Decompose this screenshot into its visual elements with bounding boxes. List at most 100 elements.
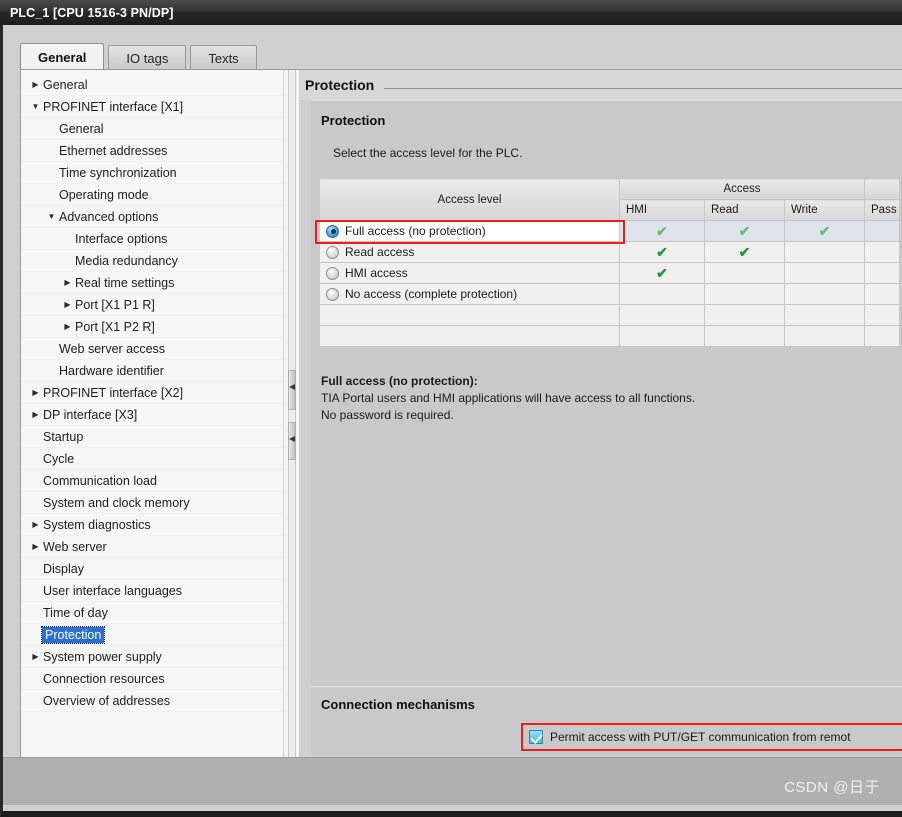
checkmark-icon: ✔ bbox=[818, 222, 831, 239]
sidebar-item-operating-mode[interactable]: Operating mode bbox=[21, 184, 283, 206]
column-header-write[interactable]: Write bbox=[783, 199, 866, 221]
sidebar-item-general[interactable]: ▶ General bbox=[21, 74, 283, 96]
window-body: General IO tags Texts ▶ General ▼ PROFINET in… bbox=[0, 25, 902, 817]
sidebar-item-interface-options[interactable]: Interface options bbox=[21, 228, 283, 250]
putget-checkbox-row[interactable]: Permit access with PUT/GET communication… bbox=[521, 723, 902, 751]
sidebar-item-time-synchronization[interactable]: Time synchronization bbox=[21, 162, 283, 184]
sidebar-item-overview-of-addresses[interactable]: Overview of addresses bbox=[21, 690, 283, 712]
tab-general[interactable]: General bbox=[20, 43, 105, 70]
tab-label: Texts bbox=[208, 50, 239, 66]
empty-cell bbox=[319, 304, 620, 326]
table-row-empty bbox=[319, 325, 901, 347]
tab-io-tags[interactable]: IO tags bbox=[108, 45, 187, 70]
access-level-option-cell[interactable]: HMI access bbox=[319, 262, 620, 284]
sidebar-item-advanced-options[interactable]: ▼ Advanced options bbox=[21, 206, 283, 228]
radio-selected-icon[interactable] bbox=[326, 224, 339, 238]
chevron-right-icon[interactable]: ▶ bbox=[29, 410, 42, 419]
sidebar-item-startup[interactable]: Startup bbox=[21, 426, 283, 448]
chevron-right-icon[interactable]: ▶ bbox=[29, 542, 42, 551]
checkbox-checked-icon[interactable] bbox=[529, 730, 543, 744]
sidebar-item-dp-interface-x3[interactable]: ▶ DP interface [X3] bbox=[21, 404, 283, 426]
sidebar-item-web-server[interactable]: ▶ Web server bbox=[21, 536, 283, 558]
column-header-access-level[interactable]: Access level bbox=[319, 178, 620, 221]
access-level-option-cell[interactable]: No access (complete protection) bbox=[319, 283, 620, 305]
sidebar-item-protection[interactable]: Protection bbox=[21, 624, 283, 646]
chevron-right-icon[interactable]: ▶ bbox=[61, 322, 74, 331]
table-row[interactable]: Read access ✔ ✔ bbox=[319, 241, 901, 263]
sidebar-item-web-server-access[interactable]: Web server access bbox=[21, 338, 283, 360]
checkmark-icon: ✔ bbox=[656, 222, 668, 239]
chevron-right-icon[interactable]: ▶ bbox=[61, 300, 74, 309]
access-level-table-wrap: Access level Access HMI Read Write Pass Full … bbox=[315, 178, 902, 347]
empty-cell bbox=[619, 325, 705, 347]
access-level-label: Read access bbox=[345, 245, 415, 259]
radio-unselected-icon[interactable] bbox=[326, 266, 339, 280]
chevron-down-icon[interactable]: ▼ bbox=[29, 102, 42, 111]
sidebar-item-display[interactable]: Display bbox=[21, 558, 283, 580]
column-header-access-group[interactable]: Access bbox=[618, 178, 866, 200]
sidebar-item-profinet-interface-x1[interactable]: ▼ PROFINET interface [X1] bbox=[21, 96, 283, 118]
sidebar-item-hardware-identifier[interactable]: Hardware identifier bbox=[21, 360, 283, 382]
checkmark-icon: ✔ bbox=[738, 222, 751, 239]
sidebar-item-label: System and clock memory bbox=[43, 495, 190, 510]
chevron-right-icon[interactable]: ▶ bbox=[29, 520, 42, 529]
sidebar-item-system-power-supply[interactable]: ▶ System power supply bbox=[21, 646, 283, 668]
sidebar-item-label: General bbox=[43, 77, 88, 92]
scrollbar-thumb-upper[interactable] bbox=[288, 370, 296, 410]
description-line-1: TIA Portal users and HMI applications wi… bbox=[321, 391, 696, 405]
chevron-right-icon[interactable]: ▶ bbox=[29, 80, 42, 89]
scrollbar-track[interactable] bbox=[288, 70, 296, 768]
table-row[interactable]: No access (complete protection) bbox=[319, 283, 901, 305]
sidebar-item-label: Port [X1 P2 R] bbox=[75, 319, 155, 334]
chevron-down-icon[interactable]: ▼ bbox=[45, 212, 58, 221]
sidebar-item-connection-resources[interactable]: Connection resources bbox=[21, 668, 283, 690]
sidebar-item-label: Web server access bbox=[59, 341, 166, 356]
sidebar-item-general[interactable]: General bbox=[21, 118, 283, 140]
column-header-pass[interactable]: Pass bbox=[864, 199, 901, 221]
chevron-right-icon[interactable]: ▶ bbox=[29, 652, 42, 661]
access-level-option-cell[interactable]: Full access (no protection) bbox=[319, 220, 620, 242]
sidebar-item-communication-load[interactable]: Communication load bbox=[21, 470, 283, 492]
panel-scrollbar[interactable] bbox=[283, 70, 299, 768]
window-title-bar: PLC_1 [CPU 1516-3 PN/DP] bbox=[0, 0, 902, 25]
access-cell-hmi: ✔ bbox=[619, 241, 705, 263]
sidebar-item-user-interface-languages[interactable]: User interface languages bbox=[21, 580, 283, 602]
table-row[interactable]: Full access (no protection) ✔ ✔ ✔ bbox=[319, 220, 901, 242]
tab-label: IO tags bbox=[126, 50, 169, 66]
tab-texts[interactable]: Texts bbox=[190, 45, 257, 70]
tab-label: General bbox=[38, 49, 87, 65]
sidebar-item-system-and-clock-memory[interactable]: System and clock memory bbox=[21, 492, 283, 514]
access-level-description: Full access (no protection): TIA Portal … bbox=[311, 347, 902, 424]
radio-unselected-icon[interactable] bbox=[326, 287, 339, 301]
sidebar-item-time-of-day[interactable]: Time of day bbox=[21, 602, 283, 624]
access-cell-write bbox=[783, 241, 866, 263]
sidebar-item-system-diagnostics[interactable]: ▶ System diagnostics bbox=[21, 514, 283, 536]
radio-unselected-icon[interactable] bbox=[326, 245, 339, 259]
sidebar-item-real-time-settings[interactable]: ▶ Real time settings bbox=[21, 272, 283, 294]
sidebar-item-profinet-interface-x2[interactable]: ▶ PROFINET interface [X2] bbox=[21, 382, 283, 404]
protection-group-title: Protection bbox=[321, 113, 386, 128]
access-cell-hmi: ✔ bbox=[619, 220, 705, 242]
empty-cell bbox=[319, 325, 620, 347]
column-header-read[interactable]: Read bbox=[704, 199, 785, 221]
chevron-right-icon[interactable]: ▶ bbox=[29, 388, 42, 397]
sidebar-item-label: User interface languages bbox=[43, 583, 182, 598]
access-level-option-cell[interactable]: Read access bbox=[319, 241, 620, 263]
sidebar-item-ethernet-addresses[interactable]: Ethernet addresses bbox=[21, 140, 283, 162]
sidebar-item-media-redundancy[interactable]: Media redundancy bbox=[21, 250, 283, 272]
table-row-empty bbox=[319, 304, 901, 326]
connection-mechanisms-group: Connection mechanisms Permit access with… bbox=[311, 686, 902, 758]
access-cell-pass bbox=[864, 220, 901, 242]
access-cell-read bbox=[704, 283, 785, 305]
access-level-table[interactable]: Access level Access HMI Read Write Pass Full … bbox=[319, 178, 901, 347]
sidebar-item-port-x1-p2-r[interactable]: ▶ Port [X1 P2 R] bbox=[21, 316, 283, 338]
sidebar-item-port-x1-p1-r[interactable]: ▶ Port [X1 P1 R] bbox=[21, 294, 283, 316]
table-row[interactable]: HMI access ✔ bbox=[319, 262, 901, 284]
chevron-right-icon[interactable]: ▶ bbox=[61, 278, 74, 287]
sidebar-item-label: Display bbox=[43, 561, 84, 576]
sidebar-item-cycle[interactable]: Cycle bbox=[21, 448, 283, 470]
sidebar-item-label: Startup bbox=[43, 429, 84, 444]
sidebar-item-label: Communication load bbox=[43, 473, 157, 488]
column-header-hmi[interactable]: HMI bbox=[619, 199, 705, 221]
navigation-tree[interactable]: ▶ General ▼ PROFINET interface [X1] General E… bbox=[21, 70, 283, 768]
